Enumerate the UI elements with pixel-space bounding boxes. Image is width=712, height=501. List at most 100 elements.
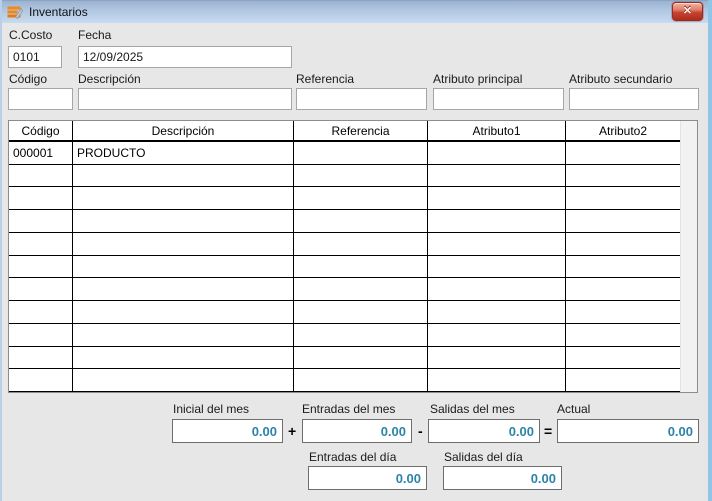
- table-cell[interactable]: [294, 324, 428, 346]
- atributo-principal-input[interactable]: [433, 88, 564, 110]
- column-header[interactable]: Atributo1: [428, 121, 566, 140]
- table-row[interactable]: [9, 369, 680, 392]
- column-header[interactable]: Referencia: [294, 121, 428, 140]
- table-cell[interactable]: [9, 233, 73, 255]
- table-row[interactable]: [9, 324, 680, 347]
- table-row[interactable]: [9, 233, 680, 256]
- table-cell[interactable]: [428, 301, 566, 323]
- table-cell[interactable]: [428, 324, 566, 346]
- ccosto-input[interactable]: [8, 46, 62, 68]
- table-cell[interactable]: [73, 301, 294, 323]
- table-row[interactable]: [9, 278, 680, 301]
- table-row[interactable]: [9, 210, 680, 233]
- table-cell[interactable]: [73, 347, 294, 369]
- table-cell[interactable]: [566, 369, 680, 391]
- table-cell[interactable]: [9, 369, 73, 391]
- table-cell[interactable]: [428, 233, 566, 255]
- table-cell[interactable]: [294, 233, 428, 255]
- table-cell[interactable]: [566, 301, 680, 323]
- close-icon: ✕: [683, 5, 692, 17]
- table-cell[interactable]: [566, 187, 680, 209]
- inicial-mes-label: Inicial del mes: [173, 402, 249, 416]
- descripcion-input[interactable]: [78, 88, 292, 110]
- app-form-icon: [7, 5, 23, 20]
- inicial-mes-input[interactable]: [172, 419, 283, 443]
- inventory-grid: CódigoDescripciónReferenciaAtributo1Atri…: [8, 120, 698, 393]
- table-cell[interactable]: [9, 301, 73, 323]
- table-cell[interactable]: [294, 347, 428, 369]
- salidas-dia-label: Salidas del día: [444, 450, 523, 464]
- table-cell[interactable]: [73, 278, 294, 300]
- table-cell[interactable]: [428, 347, 566, 369]
- table-cell[interactable]: [9, 256, 73, 278]
- referencia-label: Referencia: [296, 72, 354, 86]
- table-cell[interactable]: [294, 210, 428, 232]
- referencia-input[interactable]: [296, 88, 427, 110]
- column-header[interactable]: Código: [9, 121, 73, 140]
- table-cell[interactable]: [428, 210, 566, 232]
- entradas-dia-input[interactable]: [308, 466, 427, 490]
- plus-operator: +: [288, 423, 296, 439]
- atributo-principal-label: Atributo principal: [433, 72, 522, 86]
- table-cell[interactable]: [73, 187, 294, 209]
- table-cell[interactable]: [428, 142, 566, 164]
- atributo-secundario-label: Atributo secundario: [569, 72, 672, 86]
- table-cell[interactable]: [294, 187, 428, 209]
- table-cell[interactable]: [566, 256, 680, 278]
- table-cell[interactable]: [566, 142, 680, 164]
- table-cell[interactable]: [566, 324, 680, 346]
- codigo-label: Código: [9, 72, 47, 86]
- table-row[interactable]: 000001PRODUCTO: [9, 142, 680, 165]
- grid-vertical-scrollbar[interactable]: [680, 121, 697, 392]
- table-cell[interactable]: [428, 165, 566, 187]
- close-button[interactable]: ✕: [672, 2, 703, 21]
- table-row[interactable]: [9, 187, 680, 210]
- table-cell[interactable]: [294, 142, 428, 164]
- table-cell[interactable]: [73, 256, 294, 278]
- table-cell[interactable]: 000001: [9, 142, 73, 164]
- table-cell[interactable]: [428, 278, 566, 300]
- column-header[interactable]: Descripción: [73, 121, 294, 140]
- table-cell[interactable]: [566, 347, 680, 369]
- table-row[interactable]: [9, 165, 680, 188]
- entradas-dia-label: Entradas del día: [309, 450, 396, 464]
- table-cell[interactable]: [9, 347, 73, 369]
- table-cell[interactable]: [566, 278, 680, 300]
- salidas-mes-label: Salidas del mes: [430, 402, 515, 416]
- table-cell[interactable]: [9, 278, 73, 300]
- entradas-mes-input[interactable]: [302, 419, 412, 443]
- table-cell[interactable]: [9, 165, 73, 187]
- title-bar[interactable]: Inventarios: [0, 0, 712, 23]
- fecha-input[interactable]: [78, 46, 292, 68]
- table-cell[interactable]: [9, 187, 73, 209]
- table-cell[interactable]: [73, 233, 294, 255]
- table-cell[interactable]: [566, 233, 680, 255]
- atributo-secundario-input[interactable]: [569, 88, 699, 110]
- table-row[interactable]: [9, 256, 680, 279]
- table-cell[interactable]: [428, 369, 566, 391]
- column-header[interactable]: Atributo2: [566, 121, 680, 140]
- table-row[interactable]: [9, 301, 680, 324]
- table-cell[interactable]: [73, 324, 294, 346]
- salidas-dia-input[interactable]: [443, 466, 562, 490]
- table-cell[interactable]: [9, 324, 73, 346]
- salidas-mes-input[interactable]: [428, 419, 540, 443]
- codigo-input[interactable]: [8, 88, 73, 110]
- table-cell[interactable]: [294, 301, 428, 323]
- table-cell[interactable]: [428, 256, 566, 278]
- table-cell[interactable]: [566, 165, 680, 187]
- table-cell[interactable]: [9, 210, 73, 232]
- table-cell[interactable]: [428, 187, 566, 209]
- table-cell[interactable]: [566, 210, 680, 232]
- table-cell[interactable]: PRODUCTO: [73, 142, 294, 164]
- table-cell[interactable]: [294, 278, 428, 300]
- table-cell[interactable]: [294, 256, 428, 278]
- window-border-right: [708, 0, 712, 501]
- table-cell[interactable]: [294, 369, 428, 391]
- table-cell[interactable]: [73, 210, 294, 232]
- table-cell[interactable]: [73, 165, 294, 187]
- actual-input[interactable]: [557, 419, 699, 443]
- table-cell[interactable]: [294, 165, 428, 187]
- table-row[interactable]: [9, 347, 680, 370]
- table-cell[interactable]: [73, 369, 294, 391]
